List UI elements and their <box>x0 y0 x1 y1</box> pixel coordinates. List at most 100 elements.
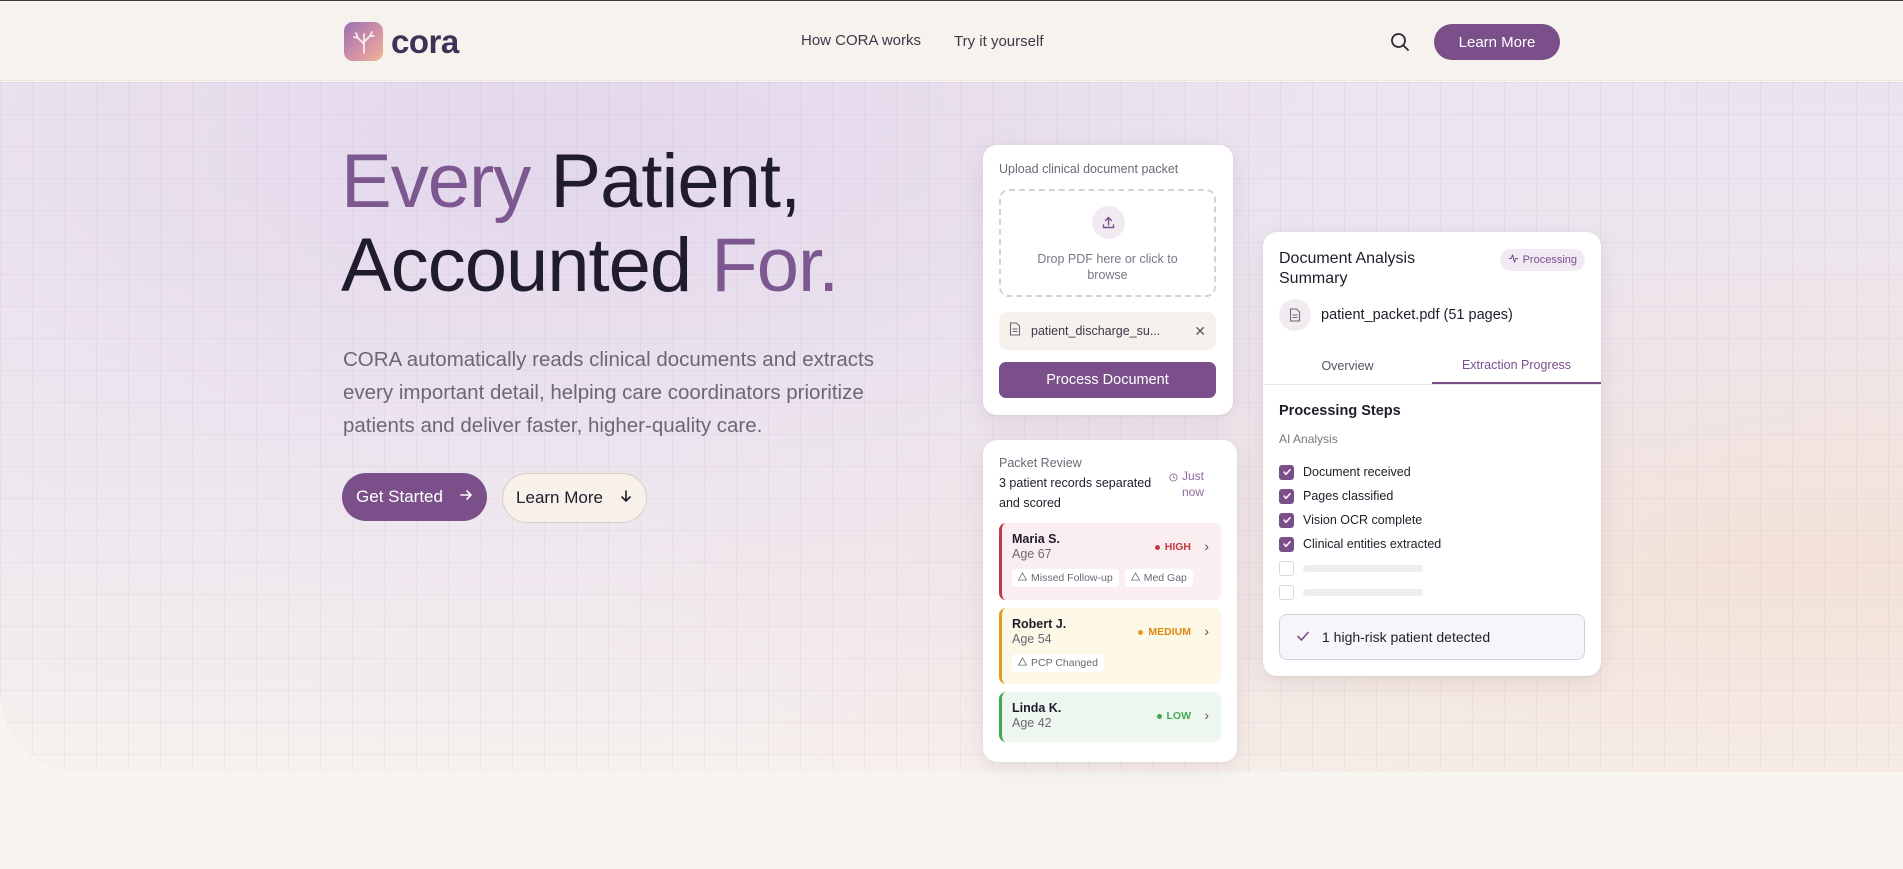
document-icon <box>1279 299 1311 331</box>
risk-dot <box>1138 629 1144 635</box>
upload-icon <box>1092 206 1125 239</box>
headline-for: For. <box>711 223 839 308</box>
patient-tags: PCP Changed <box>1012 654 1211 672</box>
checkbox-checked-icon <box>1279 488 1294 504</box>
risk-badge: HIGH <box>1154 541 1191 553</box>
risk-dot <box>1156 713 1162 719</box>
risk-dot <box>1154 544 1160 550</box>
step-item: Pages classified <box>1279 484 1441 508</box>
chevron-right-icon: › <box>1204 623 1209 639</box>
loading-skeleton <box>1303 588 1423 596</box>
hero-learn-more-button[interactable]: Learn More <box>502 473 647 523</box>
clock-icon <box>1169 470 1178 500</box>
steps-title: Processing Steps <box>1279 403 1401 419</box>
process-document-button[interactable]: Process Document <box>999 362 1216 398</box>
headline-accounted: Accounted <box>341 223 712 308</box>
step-item-pending <box>1279 580 1441 604</box>
upload-card: Upload clinical document packet Drop PDF… <box>983 145 1233 415</box>
drop-text: Drop PDF here or click to browse <box>1037 252 1178 282</box>
warning-icon <box>1017 657 1028 669</box>
step-label: Document received <box>1303 465 1411 479</box>
tab-extraction-progress[interactable]: Extraction Progress <box>1432 347 1601 384</box>
header-learn-more-button[interactable]: Learn More <box>1434 24 1560 60</box>
file-name: patient_discharge_su... <box>1031 324 1161 338</box>
activity-icon <box>1508 253 1519 267</box>
headline-patient: Patient, <box>530 139 801 224</box>
headline-every: Every <box>341 139 531 224</box>
hero-subtext: CORA automatically reads clinical docume… <box>343 348 874 437</box>
file-info: patient_packet.pdf (51 pages) <box>1321 307 1513 323</box>
step-label: Pages classified <box>1303 489 1394 503</box>
patient-row-linda[interactable]: Linda K. Age 42 LOW › <box>999 692 1221 742</box>
timestamp-text: Just now <box>1182 469 1205 499</box>
checkbox-unchecked-icon <box>1279 560 1294 576</box>
hero-section <box>0 82 1903 772</box>
tag: Med Gap <box>1124 569 1193 587</box>
chevron-right-icon: › <box>1204 538 1209 554</box>
tag: PCP Changed <box>1012 654 1104 672</box>
step-item-pending <box>1279 556 1441 580</box>
arrow-down-icon <box>619 488 633 508</box>
alert-text: 1 high-risk patient detected <box>1322 629 1491 645</box>
tag-label: Med Gap <box>1143 572 1187 584</box>
status-text: Processing <box>1522 254 1577 266</box>
risk-badge: MEDIUM <box>1138 626 1191 638</box>
get-started-label: Get Started <box>356 487 443 506</box>
packet-review-card: Packet Review 3 patient records separate… <box>983 440 1237 762</box>
analysis-tabs: Overview Extraction Progress <box>1263 347 1601 385</box>
checkbox-checked-icon <box>1279 512 1294 528</box>
document-analysis-card: Document Analysis Summary Processing pat… <box>1263 232 1601 676</box>
tag-label: PCP Changed <box>1031 657 1098 669</box>
risk-label: HIGH <box>1164 541 1191 553</box>
get-started-button[interactable]: Get Started <box>342 473 487 521</box>
tab-overview[interactable]: Overview <box>1263 347 1432 384</box>
patient-row-maria[interactable]: Maria S. Age 67 HIGH › Missed Follow-up … <box>999 523 1221 600</box>
warning-icon <box>1130 572 1140 584</box>
step-item: Clinical entities extracted <box>1279 532 1441 556</box>
analysis-title: Document Analysis Summary <box>1279 250 1416 287</box>
analysis-file: patient_packet.pdf (51 pages) <box>1279 299 1513 331</box>
checkbox-checked-icon <box>1279 536 1294 552</box>
risk-label: LOW <box>1166 710 1192 722</box>
search-icon[interactable] <box>1389 31 1411 53</box>
checkbox-unchecked-icon <box>1279 584 1294 600</box>
checkbox-checked-icon <box>1279 464 1294 480</box>
brand-name: cora <box>391 22 459 60</box>
close-icon[interactable]: ✕ <box>1194 323 1206 340</box>
upload-label: Upload clinical document packet <box>999 162 1179 176</box>
packet-title: Packet Review <box>999 456 1082 470</box>
steps-list: Document received Pages classified Visio… <box>1279 460 1441 604</box>
status-badge: Processing <box>1499 249 1585 271</box>
warning-icon <box>1017 572 1028 584</box>
tag: Missed Follow-up <box>1012 569 1119 587</box>
packet-description: 3 patient records separated and scored <box>999 476 1152 510</box>
chevron-right-icon: › <box>1204 707 1209 723</box>
main-nav: How CORA works Try it yourself <box>801 32 1044 50</box>
nav-how-cora-works[interactable]: How CORA works <box>801 32 921 50</box>
tag-label: Missed Follow-up <box>1031 572 1113 584</box>
check-icon <box>1296 629 1310 646</box>
step-label: Vision OCR complete <box>1303 513 1423 527</box>
site-header: cora How CORA works Try it yourself Lear… <box>0 1 1903 81</box>
step-item: Vision OCR complete <box>1279 508 1441 532</box>
loading-skeleton <box>1303 564 1423 572</box>
document-icon <box>1009 321 1021 341</box>
risk-badge: LOW <box>1156 710 1192 722</box>
drop-zone[interactable]: Drop PDF here or click to browse <box>999 189 1216 297</box>
patient-row-robert[interactable]: Robert J. Age 54 MEDIUM › PCP Changed <box>999 608 1221 684</box>
timestamp: Just now <box>1169 468 1219 500</box>
nav-try-it-yourself[interactable]: Try it yourself <box>954 33 1043 50</box>
step-label: Clinical entities extracted <box>1303 537 1442 551</box>
coral-logo-icon <box>344 22 383 61</box>
learn-more-label: Learn More <box>516 488 603 507</box>
hero-headline: Every Patient, Accounted For. <box>341 140 901 308</box>
logo[interactable]: cora <box>344 22 459 61</box>
step-item: Document received <box>1279 460 1441 484</box>
steps-subtitle: AI Analysis <box>1279 432 1338 446</box>
arrow-right-icon <box>459 487 473 507</box>
patient-tags: Missed Follow-up Med Gap <box>1012 569 1211 587</box>
grid-background <box>0 82 1903 772</box>
selected-file-chip: patient_discharge_su... ✕ <box>999 312 1216 350</box>
high-risk-alert: 1 high-risk patient detected <box>1279 614 1585 660</box>
risk-label: MEDIUM <box>1148 626 1191 638</box>
